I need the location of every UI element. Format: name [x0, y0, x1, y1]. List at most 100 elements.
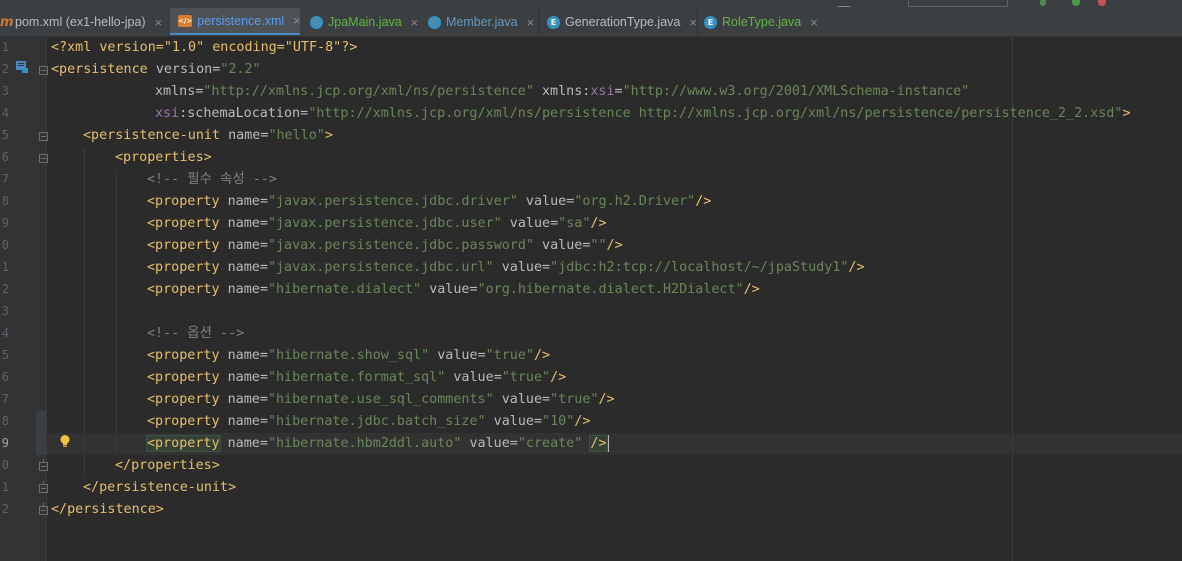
attribute: value — [501, 392, 543, 407]
attribute: xmlns — [155, 84, 196, 99]
code-line: <!-- 필수 속성 --> — [147, 169, 277, 191]
attribute-value: "org.hibernate.dialect.H2Dialect" — [477, 282, 744, 297]
attribute-value: "10" — [542, 414, 575, 429]
close-icon[interactable]: × — [411, 15, 419, 30]
line-number: 4 — [1, 106, 9, 120]
line-number: 8 — [1, 414, 9, 428]
tag: </properties> — [115, 458, 220, 473]
equals: = — [259, 436, 268, 451]
tag: <persistence-unit — [83, 128, 221, 143]
attribute-value: "true" — [501, 370, 551, 385]
close-icon[interactable]: × — [810, 15, 818, 30]
tag: <property — [146, 435, 221, 452]
attribute-value: "2.2" — [220, 62, 261, 77]
attribute: value — [493, 414, 534, 429]
equals: = — [259, 414, 268, 429]
namespace: xsi — [590, 84, 615, 99]
line-number: 5 — [1, 128, 9, 142]
build-icon[interactable] — [1040, 0, 1046, 6]
tab-label: RoleType.java — [722, 15, 802, 29]
equals: = — [542, 392, 551, 407]
close-icon[interactable]: × — [689, 15, 697, 30]
attribute: name — [227, 348, 260, 363]
line-number: 5 — [1, 348, 9, 362]
tag-close: > — [1122, 106, 1131, 121]
attribute-value: "hibernate.format_sql" — [267, 370, 446, 385]
equals: = — [477, 348, 486, 363]
tab-persistence-xml[interactable]: </> persistence.xml × — [170, 8, 301, 35]
attribute: value — [501, 260, 543, 275]
attribute: name — [227, 392, 260, 407]
run-config-selector[interactable] — [908, 0, 1008, 7]
tag: <property — [147, 194, 220, 209]
attribute-value: "org.h2.Driver" — [574, 194, 696, 209]
attribute: value — [437, 348, 478, 363]
code-line: <property name="hibernate.jdbc.batch_siz… — [147, 411, 590, 433]
line-number: 1 — [1, 40, 9, 54]
equals: = — [259, 238, 268, 253]
tag: <property — [147, 348, 220, 363]
line-number: 3 — [1, 84, 9, 98]
tag: <persistence — [51, 62, 148, 77]
attribute-value: "javax.persistence.jdbc.password" — [267, 238, 534, 253]
line-number: 2 — [1, 282, 9, 296]
code-editor[interactable]: <?xml version="1.0" encoding="UTF-8"?> <… — [47, 37, 1182, 561]
tab-pom-xml[interactable]: m pom.xml (ex1-hello-jpa) × — [0, 8, 166, 36]
tag-close: /> — [589, 435, 608, 452]
code-line: xmlns = "http://xmlns.jcp.org/xml/ns/persi… — [155, 81, 969, 103]
attribute: value — [453, 370, 494, 385]
tab-jpamain-java[interactable]: C JpaMain.java × — [310, 8, 422, 36]
code-line: <property name="hibernate.show_sql" valu… — [147, 345, 550, 367]
attribute-value: "sa" — [558, 216, 591, 231]
code-line-current: <property name="hibernate.hbm2ddl.auto" … — [146, 433, 609, 455]
line-number: 7 — [1, 392, 9, 406]
namespace: xsi — [155, 106, 180, 121]
tab-generationtype-java[interactable]: E GenerationType.java × — [538, 8, 698, 36]
attribute: name — [227, 370, 260, 385]
line-number: 6 — [1, 370, 9, 384]
tab-label: Member.java — [446, 15, 518, 29]
code-line: <persistence version="2.2" — [51, 59, 261, 81]
tag-close: /> — [695, 194, 712, 209]
code-line: <property name="hibernate.format_sql" va… — [147, 367, 566, 389]
tab-label: persistence.xml — [197, 13, 285, 28]
implementation-icon[interactable] — [16, 61, 28, 73]
gutter-change-marker — [36, 411, 46, 455]
debug-icon[interactable] — [1098, 0, 1106, 6]
line-number: 2 — [1, 502, 9, 516]
tag-close: /> — [848, 260, 865, 275]
attribute: version — [155, 62, 213, 77]
attribute-value: "javax.persistence.jdbc.url" — [267, 260, 494, 275]
run-icon[interactable] — [1072, 0, 1080, 6]
tag: <property — [147, 392, 220, 407]
close-icon[interactable]: × — [293, 13, 301, 28]
code-line: <property name="javax.persistence.jdbc.d… — [147, 191, 711, 213]
equals: = — [542, 260, 551, 275]
code-line: <property name="javax.persistence.jdbc.u… — [147, 257, 865, 279]
line-number: 1 — [1, 480, 9, 494]
xml-file-icon: </> — [178, 14, 193, 27]
comment: <!-- 옵션 --> — [147, 326, 245, 341]
attribute: name — [227, 282, 260, 297]
toolbar-icon[interactable] — [838, 0, 850, 7]
equals: = — [259, 370, 268, 385]
tag-close: /> — [550, 370, 567, 385]
equals: = — [259, 348, 268, 363]
class-icon: C — [428, 15, 441, 29]
code-line: <property name="javax.persistence.jdbc.u… — [147, 213, 607, 235]
equals: = — [259, 282, 268, 297]
close-icon[interactable]: × — [527, 15, 535, 30]
tab-member-java[interactable]: C Member.java × — [428, 8, 538, 36]
tag-close: /> — [598, 392, 615, 407]
tab-label: GenerationType.java — [565, 15, 681, 29]
class-icon: C — [310, 15, 323, 29]
attribute-value: "true" — [550, 392, 599, 407]
equals: = — [493, 370, 502, 385]
close-icon[interactable]: × — [155, 15, 163, 30]
tab-roletype-java[interactable]: E RoleType.java × — [704, 8, 822, 36]
attribute-value: "javax.persistence.jdbc.user" — [267, 216, 502, 231]
attribute-value: "javax.persistence.jdbc.driver" — [267, 194, 518, 209]
tag-close: /> — [534, 348, 551, 363]
tag: <property — [147, 238, 220, 253]
line-number: 7 — [1, 172, 9, 186]
